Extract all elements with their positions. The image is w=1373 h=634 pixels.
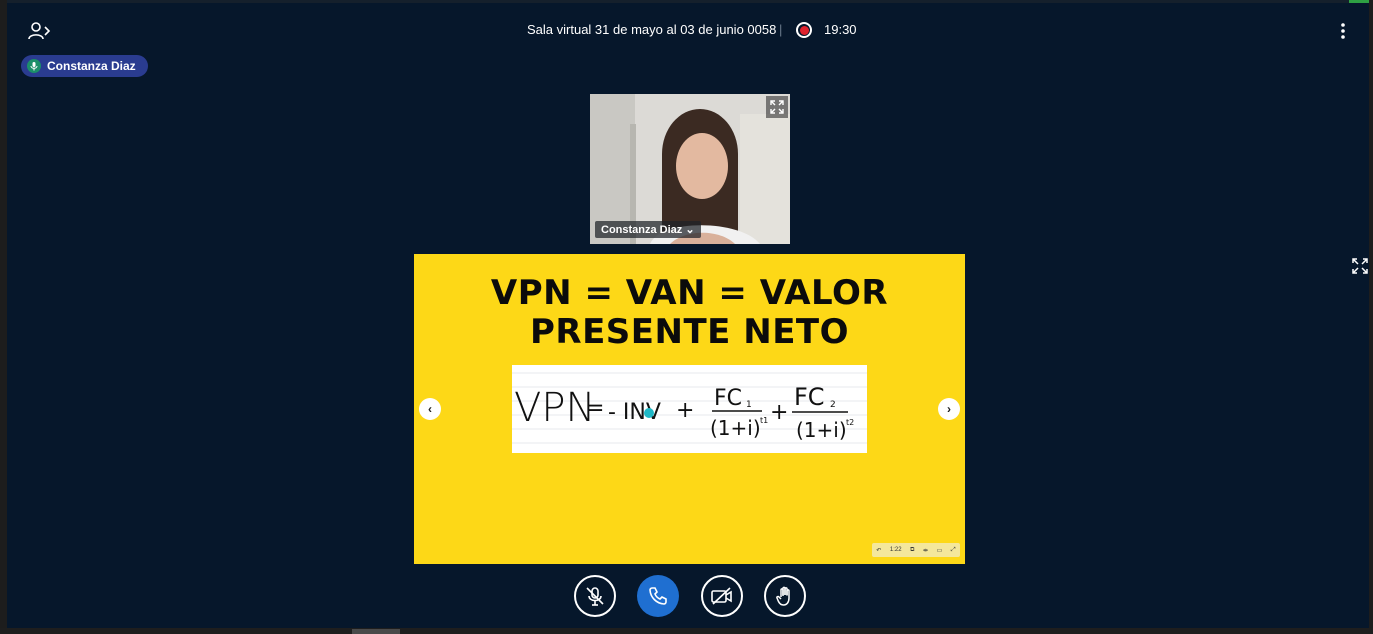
microphone-icon <box>27 59 41 73</box>
previous-slide-button[interactable]: ‹ <box>419 398 441 420</box>
formula-numerator-2: FC <box>794 383 825 411</box>
raise-hand-icon <box>776 586 790 606</box>
presentation-toolbar: ↶ 1:22 ⧉ ⇹ ▭ ⤢ <box>872 543 960 557</box>
fit-width-icon[interactable]: ⇹ <box>923 547 928 554</box>
fullscreen-icon[interactable]: ⤢ <box>951 547 956 554</box>
window-top-edge <box>0 0 1373 3</box>
pages-icon[interactable]: ⧉ <box>910 547 914 554</box>
formula-plus-1: + <box>676 398 694 423</box>
horizontal-scrollbar[interactable] <box>0 628 1373 634</box>
formula-equals: = <box>586 396 604 421</box>
presentation-slide[interactable]: VPN = VAN = VALOR PRESENTE NETO VPN = - … <box>414 254 965 564</box>
chevron-down-icon: ⌄ <box>685 224 695 236</box>
formula-denominator-2-exp: t2 <box>846 418 854 427</box>
tools-icon[interactable]: ▭ <box>937 547 943 554</box>
slide-title-line-2: PRESENTE NETO <box>529 312 850 352</box>
formula-denominator-1-exp: t1 <box>760 416 768 425</box>
webcam-video[interactable]: Constanza Diaz ⌄ <box>590 94 790 244</box>
undo-icon[interactable]: ↶ <box>876 547 881 554</box>
handwritten-formula: VPN = - INV + FC 1 (1+i) t1 + FC 2 (1+i)… <box>512 365 867 453</box>
leave-audio-button[interactable] <box>637 575 679 617</box>
talking-user-name: Constanza Diaz <box>47 59 136 73</box>
camera-off-icon <box>711 587 732 605</box>
formula-denominator-1: (1+i) <box>710 416 761 440</box>
webcam-user-name: Constanza Diaz <box>601 224 683 236</box>
recording-time: 19:30 <box>824 22 857 37</box>
window-left-edge <box>0 0 7 634</box>
users-list-toggle-icon[interactable] <box>28 21 52 41</box>
zoom-level[interactable]: 1:22 <box>890 547 902 553</box>
raise-hand-button[interactable] <box>764 575 806 617</box>
presentation-fullscreen-icon[interactable] <box>1352 258 1368 274</box>
slide-title: VPN = VAN = VALOR PRESENTE NETO <box>414 274 965 352</box>
formula-numerator-1-sub: 1 <box>746 400 752 410</box>
next-slide-button[interactable]: › <box>938 398 960 420</box>
window-right-scrollbar[interactable] <box>1369 0 1373 634</box>
scrollbar-thumb[interactable] <box>352 629 400 634</box>
formula-lhs: VPN <box>514 385 595 431</box>
formula-numerator-2-sub: 2 <box>830 400 836 410</box>
header-separator: | <box>779 22 783 37</box>
mute-microphone-button[interactable] <box>574 575 616 617</box>
webcam-user-label[interactable]: Constanza Diaz ⌄ <box>595 221 701 238</box>
formula-plus-2: + <box>770 400 788 425</box>
slide-title-line-1: VPN = VAN = VALOR <box>490 273 889 313</box>
more-options-icon[interactable] <box>1337 21 1349 41</box>
formula-numerator-1: FC <box>714 386 742 411</box>
recording-icon[interactable] <box>796 22 812 38</box>
share-webcam-button[interactable] <box>701 575 743 617</box>
phone-icon <box>649 587 667 605</box>
formula-denominator-2: (1+i) <box>796 418 847 442</box>
microphone-muted-icon <box>586 587 604 606</box>
talking-indicator[interactable]: Constanza Diaz <box>21 55 148 77</box>
pointer-cursor <box>644 408 654 418</box>
webcam-expand-icon[interactable] <box>766 96 788 118</box>
meeting-title: Sala virtual 31 de mayo al 03 de junio 0… <box>527 22 777 37</box>
